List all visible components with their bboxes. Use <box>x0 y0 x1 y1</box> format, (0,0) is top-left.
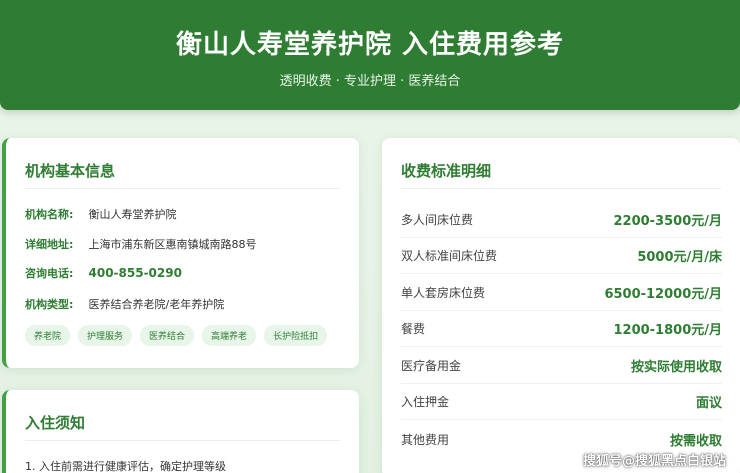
fee-name: 多人间床位费 <box>401 213 474 227</box>
fee-price: 按实际使用收取 <box>630 360 722 375</box>
fee-row: 双人标准间床位费 5000元/月/床 <box>401 238 722 274</box>
basic-info-card: 机构基本信息 机构名称: 衡山人寿堂养护院 详细地址: 上海市浦东新区惠南镇城南… <box>2 138 359 368</box>
watermark: 搜狐号@搜狐黑点白银站 <box>582 454 726 469</box>
fee-row: 医疗备用金 按实际使用收取 <box>401 348 722 384</box>
info-row-name: 机构名称: 衡山人寿堂养护院 <box>25 206 177 222</box>
info-value: 衡山人寿堂养护院 <box>88 208 177 221</box>
fee-row: 多人间床位费 2200-3500元/月 <box>401 202 722 238</box>
fee-row: 餐费 1200-1800元/月 <box>401 311 722 347</box>
page-header: 衡山人寿堂养护院 入住费用参考 透明收费 · 专业护理 · 医养结合 <box>0 0 740 110</box>
divider <box>25 188 340 189</box>
info-label: 咨询电话: <box>25 267 74 280</box>
tag: 医养结合 <box>140 325 195 346</box>
fee-row: 单人套房床位费 6500-12000元/月 <box>401 275 722 311</box>
tag: 长护险抵扣 <box>264 325 328 346</box>
fee-name: 单人套房床位费 <box>401 286 486 300</box>
fee-price: 面议 <box>695 396 722 411</box>
basic-info-heading: 机构基本信息 <box>25 162 116 180</box>
fee-row: 入住押金 面议 <box>401 384 722 420</box>
info-value: 医养结合养老院/老年养护院 <box>88 298 225 311</box>
info-row-address: 详细地址: 上海市浦东新区惠南镇城南路88号 <box>25 236 257 252</box>
fee-name: 其他费用 <box>401 432 450 447</box>
fee-name: 医疗备用金 <box>401 359 462 373</box>
tag: 高端养老 <box>202 325 257 346</box>
fee-card: 收费标准明细 多人间床位费 2200-3500元/月 双人标准间床位费 5000… <box>382 138 740 473</box>
info-label: 机构名称: <box>25 208 74 221</box>
notice-card: 入住须知 1. 入住前需进行健康评估，确定护理等级 <box>2 390 359 473</box>
fee-name: 入住押金 <box>401 395 450 409</box>
info-row-phone: 咨询电话: 400-855-0290 <box>25 265 182 281</box>
fee-price: 2200-3500元/月 <box>613 214 722 229</box>
fee-price: 按需收取 <box>669 433 722 449</box>
notice-item: 1. 入住前需进行健康评估，确定护理等级 <box>25 460 226 473</box>
phone-number[interactable]: 400-855-0290 <box>89 266 182 280</box>
tag-list: 养老院 护理服务 医养结合 高端养老 长护险抵扣 <box>25 325 328 346</box>
page-subtitle: 透明收费 · 专业护理 · 医养结合 <box>279 74 461 89</box>
divider <box>401 188 721 189</box>
fee-name: 餐费 <box>401 322 426 336</box>
info-label: 详细地址: <box>25 238 74 251</box>
fee-price: 6500-12000元/月 <box>604 287 722 302</box>
fee-heading: 收费标准明细 <box>401 162 492 180</box>
tag: 养老院 <box>25 325 71 346</box>
fee-name: 双人标准间床位费 <box>401 249 498 263</box>
tag: 护理服务 <box>78 325 133 346</box>
fee-price: 1200-1800元/月 <box>613 323 722 338</box>
page-title: 衡山人寿堂养护院 入住费用参考 <box>175 30 565 60</box>
fee-price: 5000元/月/床 <box>637 250 722 265</box>
notice-heading: 入住须知 <box>25 414 86 432</box>
divider <box>25 440 340 441</box>
info-label: 机构类型: <box>25 298 74 311</box>
info-value: 上海市浦东新区惠南镇城南路88号 <box>88 238 257 251</box>
info-row-type: 机构类型: 医养结合养老院/老年养护院 <box>25 296 224 312</box>
